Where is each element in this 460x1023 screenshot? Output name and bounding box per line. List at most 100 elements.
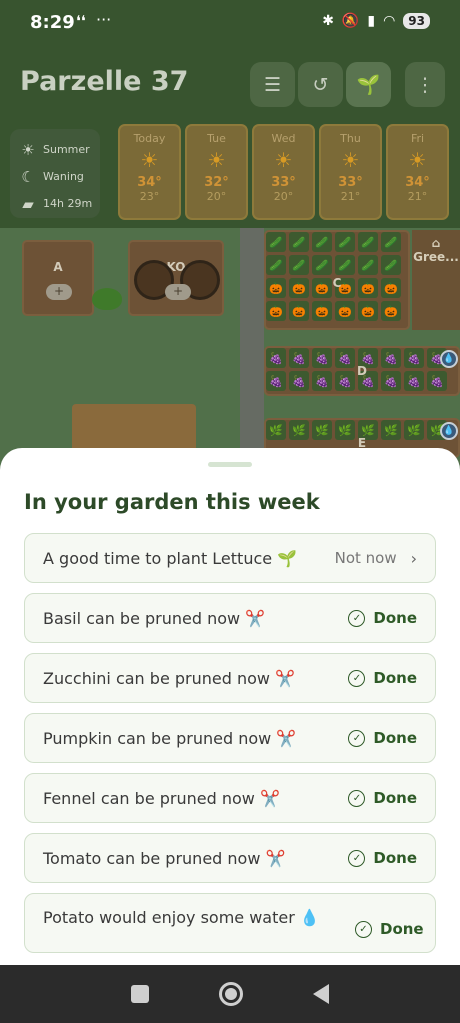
more-menu-button[interactable]: ⋮ [405,62,445,107]
moon-icon: ☾ [21,167,35,186]
bluetooth-icon: ✱ [322,13,334,29]
history-button[interactable]: ↺ [298,62,343,107]
bed-ko[interactable]: KO + [128,240,224,316]
bed-label: C [332,276,342,290]
sunrise-icon: ▰ [22,194,34,213]
done-label: Done [373,609,417,627]
forecast-high: 33° [271,175,296,190]
bed-label: D [357,364,367,378]
task-item[interactable]: A good time to plant Lettuce 🌱 Not now › [24,533,436,583]
bed-a[interactable]: A + [22,240,94,316]
forecast-day[interactable]: Fri ☀ 34° 21° [386,124,449,220]
task-list: A good time to plant Lettuce 🌱 Not now ›… [24,533,436,963]
forecast-day-label: Fri [410,132,425,145]
water-drop-icon: 💧 [440,422,458,440]
done-button[interactable]: ✓ Done [348,609,417,627]
home-icon [225,988,237,1000]
sheet-drag-handle[interactable] [208,462,252,467]
history-icon: ↺ [312,73,329,96]
sun-icon: ☀ [207,148,226,172]
back-button[interactable] [313,984,329,1004]
done-label: Done [373,849,417,867]
task-item[interactable]: Tomato can be pruned now ✂️ ✓ Done [24,833,436,883]
check-circle-icon: ✓ [355,920,372,938]
forecast-day[interactable]: Today ☀ 34° 23° [118,124,181,220]
sun-icon: ☀ [341,148,360,172]
forecast-high: 32° [204,175,229,190]
forecast-low: 20° [273,190,294,203]
check-circle-icon: ✓ [348,849,366,867]
task-text: Fennel can be pruned now ✂️ [43,788,280,808]
more-vert-icon: ⋮ [415,73,435,96]
greenhouse-icon: ⌂ [431,236,441,250]
bush-icon [92,288,122,310]
check-circle-icon: ✓ [348,669,366,687]
chevron-right-icon: › [410,548,417,568]
done-label: Done [380,920,424,938]
done-button[interactable]: ✓ Done [348,789,417,807]
not-now-button[interactable]: Not now › [335,549,417,568]
forecast-day-label: Tue [207,132,226,145]
greenhouse[interactable]: ⌂ Gree... [412,230,460,330]
done-label: Done [373,729,417,747]
sun-icon: ☀ [21,140,35,159]
forecast-day[interactable]: Thu ☀ 33° 21° [319,124,382,220]
not-now-label: Not now [334,549,397,567]
more-notifications-icon: ··· [96,10,112,29]
done-button[interactable]: ✓ Done [348,849,417,867]
greenhouse-label: Gree... [413,250,459,264]
forecast-day[interactable]: Wed ☀ 33° 20° [252,124,315,220]
forecast-day[interactable]: Tue ☀ 32° 20° [185,124,248,220]
notification-icon: ❛❛ [76,12,86,30]
sprout-icon: 🌱 [356,74,381,96]
bed-label: A [53,260,63,274]
signal-icon: ▮ [367,13,376,29]
forecast-day-label: Today [133,132,166,145]
forecast-high: 33° [338,175,363,190]
task-text: Basil can be pruned now ✂️ [43,608,266,628]
task-text: Zucchini can be pruned now ✂️ [43,668,295,688]
edit-list-button[interactable]: ☰ [250,62,295,107]
done-label: Done [373,789,417,807]
sun-icon: ☀ [408,148,427,172]
forecast-high: 34° [137,175,162,190]
done-button[interactable]: ✓ Done [348,729,417,747]
battery-indicator: 93 [403,13,430,29]
moon-phase-label: Waning [43,170,84,183]
task-text: Pumpkin can be pruned now ✂️ [43,728,297,748]
check-circle-icon: ✓ [348,609,366,627]
sun-icon: ☀ [140,148,159,172]
home-button[interactable] [219,982,243,1006]
bed-d[interactable]: 🍇 🍇 🍇 🍇 🍇 🍇 🍇 🍇 🍇 🍇 🍇 🍇 🍇 🍇 🍇 🍇 D 💧 [264,346,460,396]
weekly-tasks-sheet: In your garden this week A good time to … [0,448,460,965]
plot-title: Parzelle 37 [20,66,189,97]
forecast-day-label: Wed [271,132,296,145]
task-item[interactable]: Basil can be pruned now ✂️ ✓ Done [24,593,436,643]
task-text: Tomato can be pruned now ✂️ [43,848,286,868]
task-item[interactable]: Pumpkin can be pruned now ✂️ ✓ Done [24,713,436,763]
done-label: Done [373,669,417,687]
edit-list-icon: ☰ [263,73,282,96]
garden-tasks-button[interactable]: 🌱 [346,62,391,107]
sheet-title: In your garden this week [24,490,320,514]
status-bar: 8:29 ❛❛ ··· ✱ 🔕 ▮ ◠ 93 [0,0,460,46]
check-circle-icon: ✓ [348,729,366,747]
bed-c[interactable]: 🥒 🥒 🥒 🥒 🥒 🥒 🥒 🥒 🥒 🥒 🥒 🥒 🎃 🎃 🎃 🎃 🎃 🎃 🎃 🎃 🎃 🎃 🎃 🎃 C [264,230,410,330]
task-item[interactable]: Potato would enjoy some water 💧 ✓ Done [24,893,436,953]
season-info-card[interactable]: ☀ Summer ☾ Waning ▰ 14h 29m [10,129,100,218]
sun-icon: ☀ [274,148,293,172]
task-item[interactable]: Fennel can be pruned now ✂️ ✓ Done [24,773,436,823]
forecast-high: 34° [405,175,430,190]
forecast-low: 23° [139,190,160,203]
top-bar: 8:29 ❛❛ ··· ✱ 🔕 ▮ ◠ 93 Parzelle 37 ☰ ↺ 🌱… [0,0,460,228]
bench [72,404,196,454]
task-item[interactable]: Zucchini can be pruned now ✂️ ✓ Done [24,653,436,703]
add-plant-button[interactable]: + [46,284,72,300]
done-button[interactable]: ✓ Done [355,920,424,938]
task-text: A good time to plant Lettuce 🌱 [43,548,298,568]
system-navigation-bar [0,965,460,1023]
done-button[interactable]: ✓ Done [348,669,417,687]
status-time: 8:29 [30,12,75,33]
recents-button[interactable] [131,985,149,1003]
add-plant-button[interactable]: + [165,284,191,300]
